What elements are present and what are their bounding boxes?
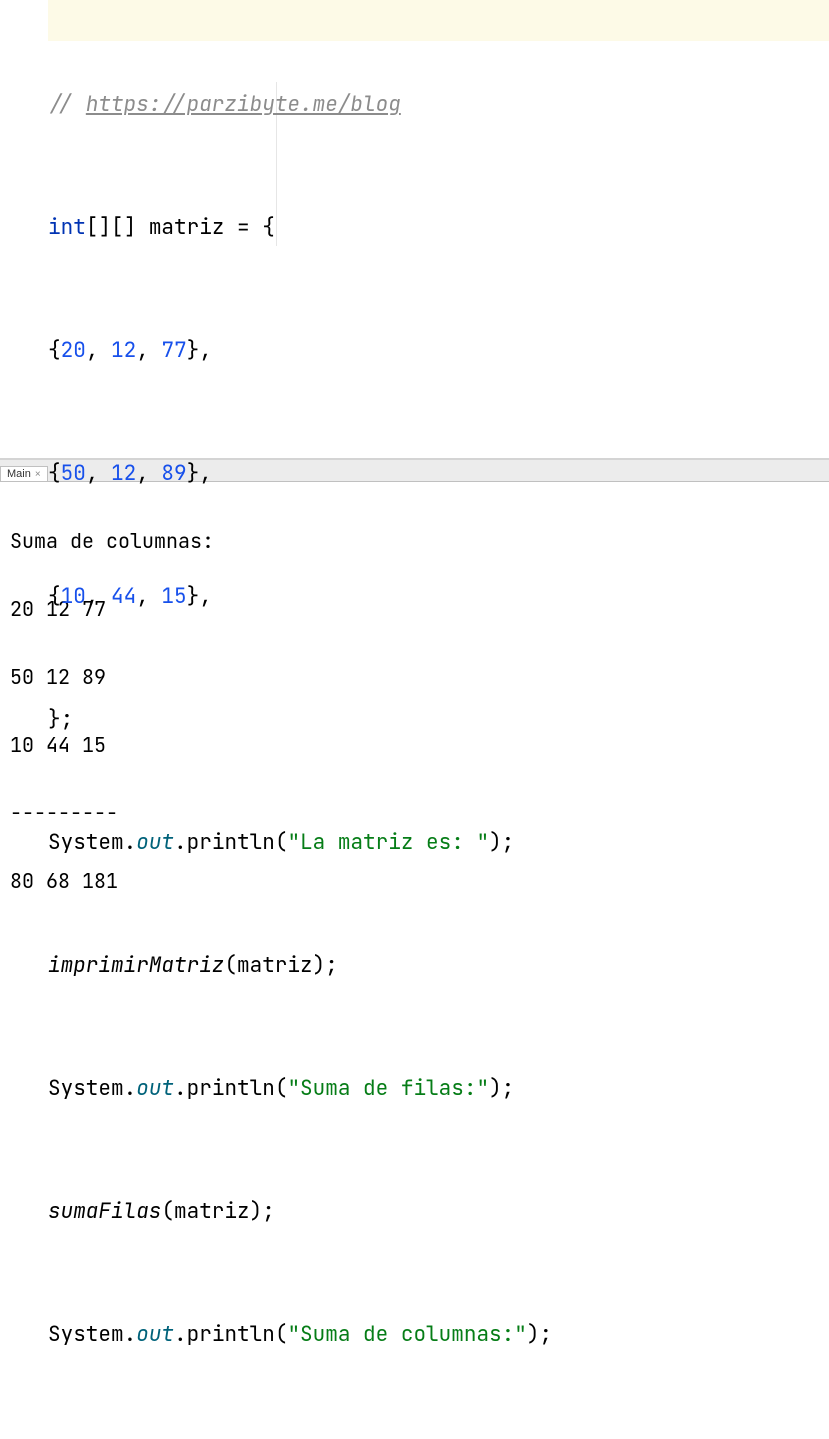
keyword-int: int — [48, 207, 86, 248]
method-imprimirMatriz: imprimirMatriz — [48, 945, 224, 986]
close-icon[interactable]: × — [35, 469, 41, 480]
code-line-sumaFilas[interactable]: sumaFilas(matriz); — [48, 1191, 829, 1232]
field-out: out — [136, 822, 174, 863]
code-line-println1[interactable]: System.out.println("La matriz es: "); — [48, 822, 829, 863]
code-line-row3[interactable]: {10, 44, 15}, — [48, 576, 829, 617]
number: 50 — [61, 453, 86, 494]
code-content[interactable]: // https://parzibyte.me/blog int[][] mat… — [48, 0, 829, 1439]
code-line-row1[interactable]: {20, 12, 77}, — [48, 330, 829, 371]
code-line-println2[interactable]: System.out.println("Suma de filas:"); — [48, 1068, 829, 1109]
number: 89 — [161, 453, 186, 494]
close-brace: }; — [48, 699, 73, 740]
number: 12 — [111, 330, 136, 371]
code-wrapper[interactable]: // https://parzibyte.me/blog int[][] mat… — [48, 0, 829, 458]
tab-main[interactable]: Main × — [0, 466, 48, 481]
method-sumaFilas: sumaFilas — [48, 1191, 161, 1232]
equals-brace: = { — [224, 207, 274, 248]
number: 77 — [161, 330, 186, 371]
tab-label: Main — [7, 468, 31, 480]
string-literal: "Suma de columnas:" — [287, 1314, 526, 1355]
number: 15 — [161, 576, 186, 617]
brackets: [][] — [86, 207, 136, 248]
field-out: out — [136, 1068, 174, 1109]
code-line-comment[interactable]: // https://parzibyte.me/blog — [48, 84, 829, 125]
code-line-imprimir[interactable]: imprimirMatriz(matriz); — [48, 945, 829, 986]
highlighted-line — [48, 0, 829, 41]
code-line-row2[interactable]: {50, 12, 89}, — [48, 453, 829, 494]
code-line-close[interactable]: }; — [48, 699, 829, 740]
editor-area: // https://parzibyte.me/blog int[][] mat… — [0, 0, 829, 458]
number: 12 — [111, 453, 136, 494]
editor-gutter — [0, 0, 48, 458]
code-line-println3[interactable]: System.out.println("Suma de columnas:"); — [48, 1314, 829, 1355]
string-literal: "La matriz es: " — [287, 822, 489, 863]
number: 44 — [111, 576, 136, 617]
field-out: out — [136, 1314, 174, 1355]
code-line-decl[interactable]: int[][] matriz = { — [48, 207, 829, 248]
ident-matriz: matriz — [149, 207, 225, 248]
string-literal: "Suma de filas:" — [287, 1068, 489, 1109]
comment-prefix: // — [48, 84, 86, 125]
number: 10 — [61, 576, 86, 617]
number: 20 — [61, 330, 86, 371]
comment-url: https://parzibyte.me/blog — [86, 84, 401, 125]
